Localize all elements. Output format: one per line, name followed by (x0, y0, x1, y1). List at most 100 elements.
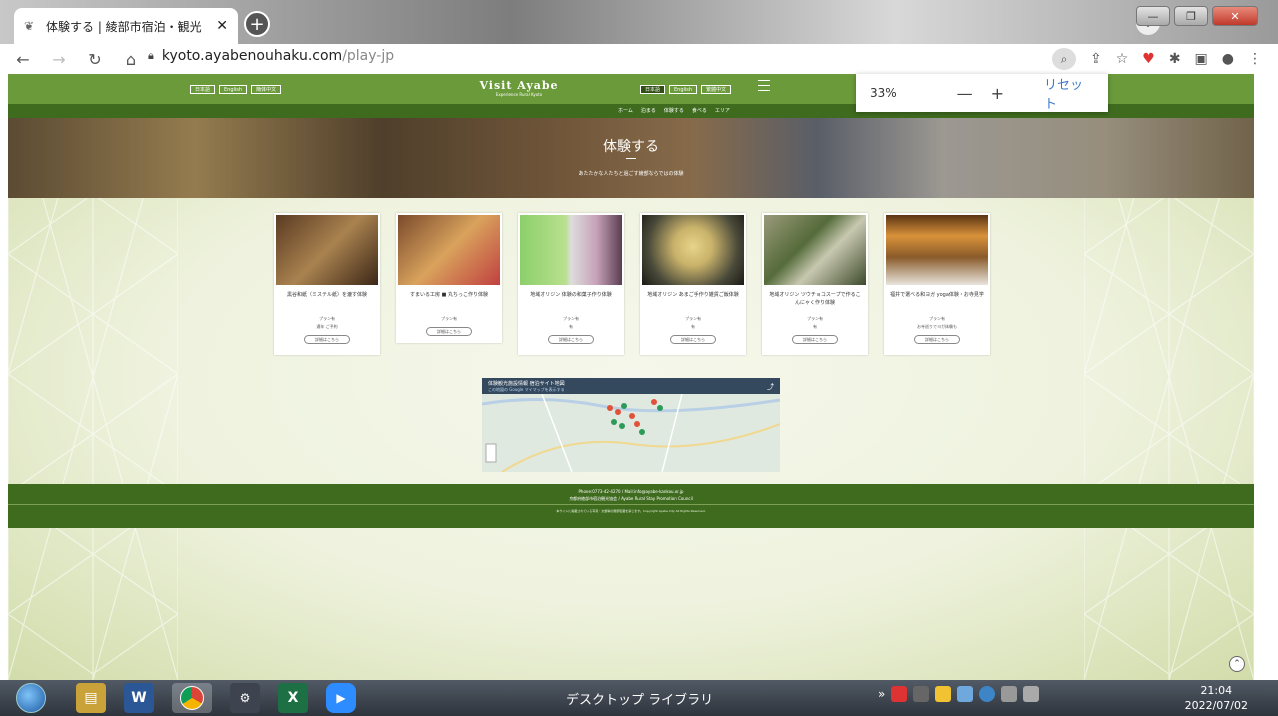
site-footer: Phone:0773-42-4270 / Mail:info@ayabe-kan… (8, 484, 1254, 528)
close-window-button[interactable]: ✕ (1212, 6, 1258, 26)
footer-copyright: 本サイトに掲載されている写真・文章等の無断転載を禁じます。Copyright A… (556, 509, 706, 513)
lang-en-button-right[interactable]: English (669, 85, 698, 94)
card-title: 地域オリジン ツウチョコスープで作るこんにゃく作り体験 (769, 292, 861, 306)
lang-zh-button-right[interactable]: 繁體中文 (701, 85, 732, 94)
card-detail-button[interactable]: 詳細はこちら (670, 335, 716, 344)
lang-ja-button-right[interactable]: 日本語 (640, 85, 666, 94)
url-path: /play-jp (342, 48, 395, 64)
experience-card[interactable]: 地域オリジン ツウチョコスープで作るこんにゃく作り体験 プラン有 有 詳細はこち… (762, 213, 868, 355)
side-panel-icon[interactable]: ▣ (1195, 51, 1208, 67)
experience-card[interactable]: 地域オリジン 体験の和菓子作り体験 プラン有 有 詳細はこちら (518, 213, 624, 355)
card-detail-button[interactable]: 詳細はこちら (426, 327, 472, 336)
taskbar-toolbar-label[interactable]: デスクトップ ライブラリ (566, 689, 713, 708)
maximize-button[interactable]: ❐ (1174, 6, 1208, 26)
tray-app-icon[interactable] (891, 686, 908, 702)
card-title: すまいる工房 ■ 丸ちっこ作り体験 (410, 292, 488, 298)
tray-app-icon[interactable] (957, 686, 974, 702)
card-meta: プラン有 (441, 316, 457, 321)
footer-contact: Phone:0773-42-4270 / Mail:info@ayabe-kan… (8, 488, 1254, 502)
lang-ja-button[interactable]: 日本語 (190, 85, 216, 94)
card-photo (398, 215, 500, 285)
language-switcher-right: 日本語 English 繁體中文 (640, 85, 732, 94)
bookmark-star-icon[interactable]: ☆ (1116, 51, 1129, 67)
map-canvas[interactable] (482, 394, 780, 472)
tray-expand-icon[interactable]: » (878, 687, 885, 701)
card-detail-button[interactable]: 詳細はこちら (548, 335, 594, 344)
card-detail-button[interactable]: 詳細はこちら (914, 335, 960, 344)
lang-en-button[interactable]: English (219, 85, 248, 94)
word-icon[interactable]: W (124, 683, 154, 713)
card-meta: 有 (813, 324, 817, 329)
windows-taskbar: ▤ W ⚙ X ▶ デスクトップ ライブラリ » 21:04 2022/07/0… (0, 680, 1278, 716)
window-controls: — ❐ ✕ (1136, 6, 1258, 26)
volume-icon[interactable] (1023, 686, 1040, 702)
card-detail-button[interactable]: 詳細はこちら (304, 335, 350, 344)
card-title: 福井で選べる和ヨガ yoga体験・お寺見学 (890, 292, 984, 298)
subnav-home[interactable]: ホーム (618, 107, 633, 114)
share-icon[interactable]: ⇪ (1090, 51, 1102, 67)
footer-line-2: 京都府綾部市宿泊観光協会 / Ayabe Rural Stay Promotio… (569, 496, 693, 501)
start-button-icon[interactable] (16, 683, 46, 713)
menu-icon[interactable]: ⋮ (1248, 51, 1262, 67)
excel-icon[interactable]: X (278, 683, 308, 713)
system-icon[interactable]: ⚙ (230, 683, 260, 713)
zoom-out-button[interactable]: — (957, 84, 973, 103)
forward-icon[interactable]: → (46, 50, 72, 69)
card-meta: プラン有 (685, 316, 701, 321)
profile-icon[interactable]: ● (1222, 51, 1234, 67)
experience-card[interactable]: 黒谷和紙（ミステル紙）を漉す体験 プラン有 通年 ご予約 詳細はこちら (274, 213, 380, 355)
tab-close-icon[interactable]: ✕ (216, 18, 228, 34)
zoom-in-button[interactable]: + (991, 84, 1004, 103)
experience-card[interactable]: 地域オリジン あまご手作り雑貨ご飯体験 プラン有 有 詳細はこちら (640, 213, 746, 355)
zoom-level: 33% (870, 86, 897, 100)
card-meta: 有 (691, 324, 695, 329)
experience-card[interactable]: すまいる工房 ■ 丸ちっこ作り体験 プラン有 詳細はこちら (396, 213, 502, 343)
lang-zh-button[interactable]: 簡体中文 (251, 85, 282, 94)
subnav-eat[interactable]: 食べる (692, 107, 707, 114)
browser-toolbar: ← → ↻ ⌂ 🔒︎ kyoto.ayabenouhaku.com /play-… (0, 44, 1278, 74)
minimize-button[interactable]: — (1136, 6, 1170, 26)
subnav-experience[interactable]: 体験する (664, 107, 684, 114)
zoom-reset-button[interactable]: リセット (1044, 74, 1094, 112)
lock-icon[interactable]: 🔒︎ (148, 49, 154, 63)
card-detail-button[interactable]: 詳細はこちら (792, 335, 838, 344)
card-meta: プラン有 (807, 316, 823, 321)
new-tab-button[interactable]: + (244, 11, 270, 37)
chrome-icon[interactable] (172, 683, 212, 713)
leaf-icon: ❦ (24, 19, 35, 33)
map-share-icon[interactable]: ⤴ (767, 382, 774, 392)
zoom-icon[interactable]: ▶ (326, 683, 356, 713)
windows-explorer-icon[interactable]: ▤ (76, 683, 106, 713)
subnav-stay[interactable]: 泊まる (641, 107, 656, 114)
card-photo (520, 215, 622, 285)
subnav-area[interactable]: エリア (715, 107, 730, 114)
experience-card[interactable]: 福井で選べる和ヨガ yoga体験・お寺見学 プラン有 お寺巡りでヨガ体験も 詳細… (884, 213, 990, 355)
language-switcher-left: 日本語 English 簡体中文 (190, 85, 282, 94)
back-icon[interactable]: ← (10, 50, 36, 69)
home-icon[interactable]: ⌂ (118, 50, 144, 69)
zoom-icon[interactable]: ⌕ (1051, 48, 1076, 70)
card-meta: お寺巡りでヨガ体験も (917, 324, 957, 329)
card-photo (764, 215, 866, 285)
tray-app-icon[interactable] (935, 686, 952, 702)
reload-icon[interactable]: ↻ (82, 50, 108, 69)
embedded-google-map[interactable]: 体験観光施設情報 宿泊サイト地図 この地図の Google マイマップを表示する… (482, 378, 780, 472)
site-logo[interactable]: Visit Ayabe Experience Rural Kyoto (474, 79, 564, 97)
address-bar[interactable]: 🔒︎ kyoto.ayabenouhaku.com /play-jp (148, 48, 394, 64)
card-title: 地域オリジン 体験の和菓子作り体験 (530, 292, 612, 298)
map-subtitle[interactable]: この地図の Google マイマップを表示する (488, 387, 774, 393)
web-page: 日本語 English 簡体中文 Visit Ayabe Experience … (8, 74, 1254, 680)
hamburger-menu-icon[interactable] (758, 80, 770, 95)
clock-time: 21:04 (1200, 684, 1233, 697)
ime-icon[interactable] (913, 686, 930, 702)
help-icon[interactable] (979, 686, 996, 702)
card-meta: プラン有 (319, 316, 335, 321)
network-icon[interactable] (1001, 686, 1018, 702)
browser-tab[interactable]: ❦ 体験する | 綾部市宿泊・観光 ✕ (14, 8, 238, 44)
url-host: kyoto.ayabenouhaku.com (161, 48, 343, 64)
extensions-puzzle-icon[interactable]: ✱ (1169, 51, 1181, 67)
extension-pocket-icon[interactable]: ♥ (1142, 51, 1155, 67)
scroll-to-top-icon[interactable]: ⌃ (1229, 656, 1245, 672)
hero-banner: 体験する あたたかな人たちと過ごす綾部ならではの体験 (8, 118, 1254, 198)
taskbar-clock[interactable]: 21:04 2022/07/02 (1185, 683, 1248, 713)
